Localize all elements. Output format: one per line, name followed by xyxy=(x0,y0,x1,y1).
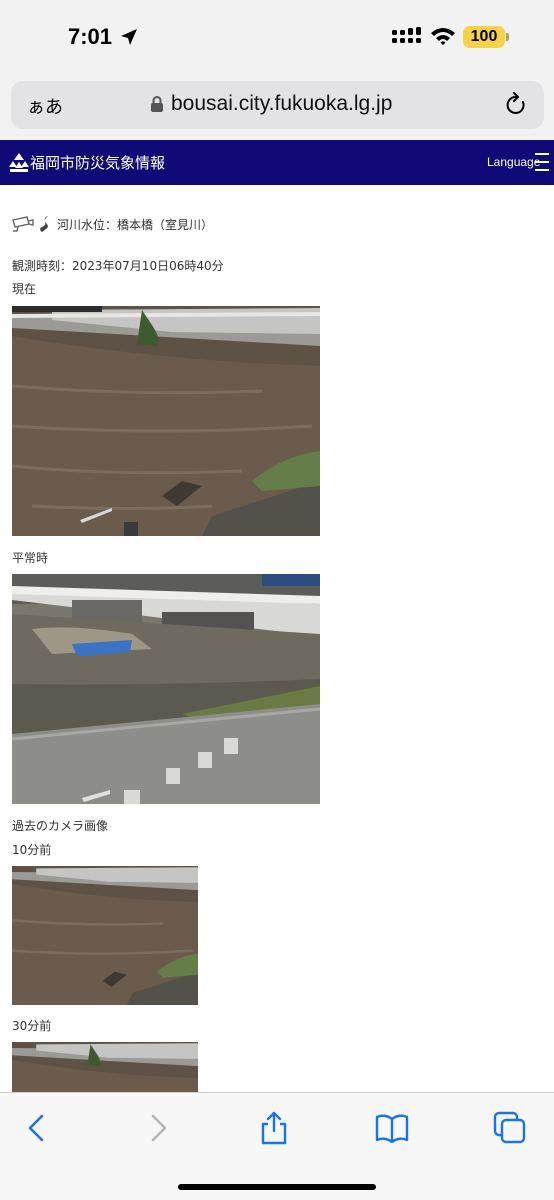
back-icon[interactable] xyxy=(21,1111,55,1145)
observation-time: 観測時刻：2023年07月10日06時40分 xyxy=(12,259,224,273)
ten-min-label: 10分前 xyxy=(12,843,52,857)
share-icon[interactable] xyxy=(257,1111,291,1145)
page-title: 河川水位：橋本橋（室見川） xyxy=(57,218,214,232)
status-bar: 7:01 100 xyxy=(0,0,554,76)
camera-icon xyxy=(12,216,34,232)
bookmarks-icon[interactable] xyxy=(375,1111,409,1145)
thirty-min-label: 30分前 xyxy=(12,1019,52,1033)
tabs-icon[interactable] xyxy=(493,1111,527,1145)
url-text[interactable]: bousai.city.fukuoka.lg.jp xyxy=(171,92,392,116)
current-camera-image[interactable] xyxy=(12,306,320,536)
current-label: 現在 xyxy=(12,282,37,296)
battery-icon: 100 xyxy=(463,26,505,48)
page-content: 河川水位：橋本橋（室見川） 観測時刻：2023年07月10日06時40分 現在 … xyxy=(0,185,554,1092)
home-indicator xyxy=(178,1184,376,1190)
river-icon xyxy=(40,216,48,232)
normal-label: 平常時 xyxy=(12,551,49,565)
normal-camera-image[interactable] xyxy=(12,574,320,804)
site-header: 福岡市防災気象情報 Language xyxy=(0,140,554,185)
site-title[interactable]: 福岡市防災気象情報 xyxy=(30,152,165,173)
forward-icon[interactable] xyxy=(140,1111,174,1145)
past-images-label: 過去のカメラ画像 xyxy=(12,819,109,833)
thirty-min-camera-image[interactable] xyxy=(12,1042,198,1092)
city-logo-icon[interactable] xyxy=(8,152,30,174)
lock-icon xyxy=(151,96,163,112)
language-link[interactable]: Language xyxy=(487,155,540,169)
reload-icon[interactable] xyxy=(504,92,528,118)
battery-tip xyxy=(506,33,509,41)
location-arrow-icon xyxy=(121,29,137,45)
url-bar[interactable]: ぁあ bousai.city.fukuoka.lg.jp xyxy=(11,81,544,129)
hamburger-menu-icon[interactable] xyxy=(535,151,549,173)
status-time: 7:01 xyxy=(68,24,113,49)
page-settings-button[interactable]: ぁあ xyxy=(27,93,63,119)
ten-min-camera-image[interactable] xyxy=(12,866,198,1005)
cellular-signal-icon xyxy=(392,27,421,43)
browser-address-area: ぁあ bousai.city.fukuoka.lg.jp xyxy=(0,76,554,140)
wifi-icon xyxy=(431,28,455,45)
